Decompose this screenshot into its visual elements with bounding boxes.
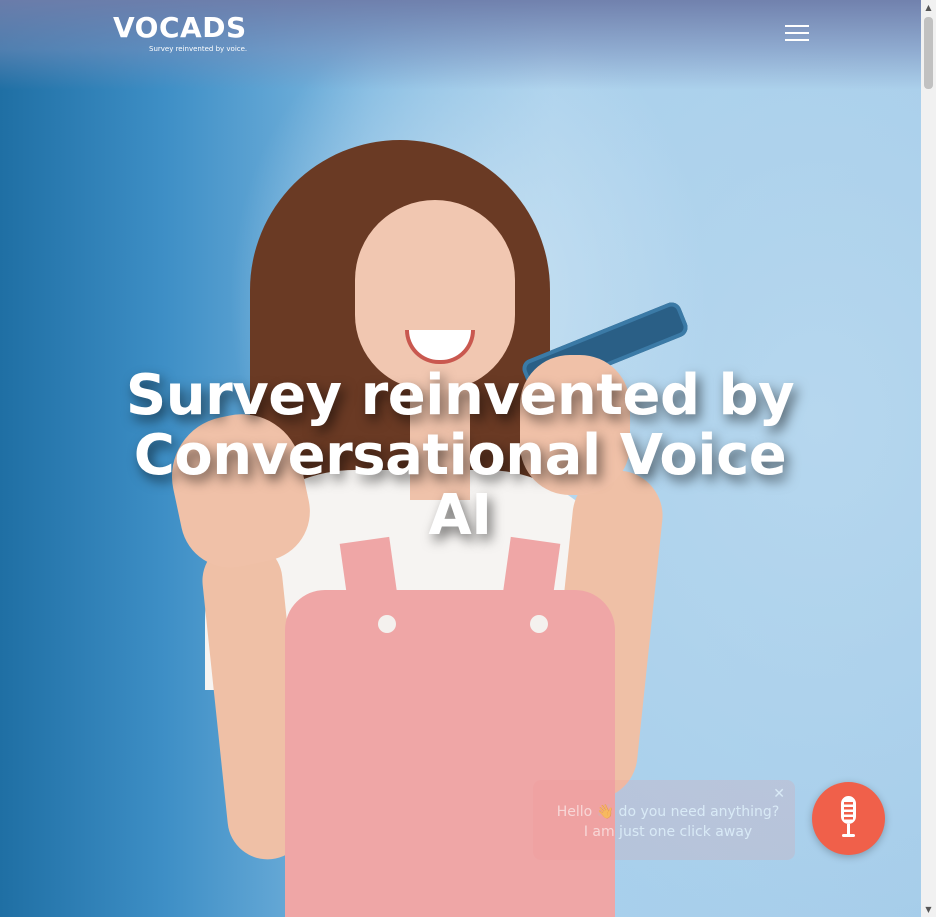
scrollbar[interactable]: ▲ ▼: [921, 0, 936, 917]
hero-photo-button: [530, 615, 548, 633]
microphone-icon: [841, 796, 856, 837]
chat-popup[interactable]: ✕ Hello 👋 do you need anything? I am jus…: [533, 780, 795, 860]
site-header: VOCADS Survey reinvented by voice.: [0, 0, 921, 70]
scrollbar-thumb[interactable]: [924, 17, 933, 89]
voice-assistant-button[interactable]: [812, 782, 885, 855]
hero-section: Survey reinvented by Conversational Voic…: [0, 0, 921, 917]
logo[interactable]: VOCADS Survey reinvented by voice.: [113, 11, 248, 56]
scroll-up-arrow-icon[interactable]: ▲: [921, 0, 936, 15]
hero-title: Survey reinvented by Conversational Voic…: [125, 363, 795, 548]
hamburger-menu-icon[interactable]: [785, 24, 809, 42]
hero-photo-overalls: [285, 590, 615, 917]
scroll-down-arrow-icon[interactable]: ▼: [921, 902, 936, 917]
logo-text: VOCADS: [113, 11, 247, 44]
chat-popup-message: Hello 👋 do you need anything? I am just …: [556, 804, 780, 840]
logo-tagline: Survey reinvented by voice.: [149, 45, 248, 53]
hero-photo-button: [378, 615, 396, 633]
close-icon[interactable]: ✕: [773, 786, 785, 802]
